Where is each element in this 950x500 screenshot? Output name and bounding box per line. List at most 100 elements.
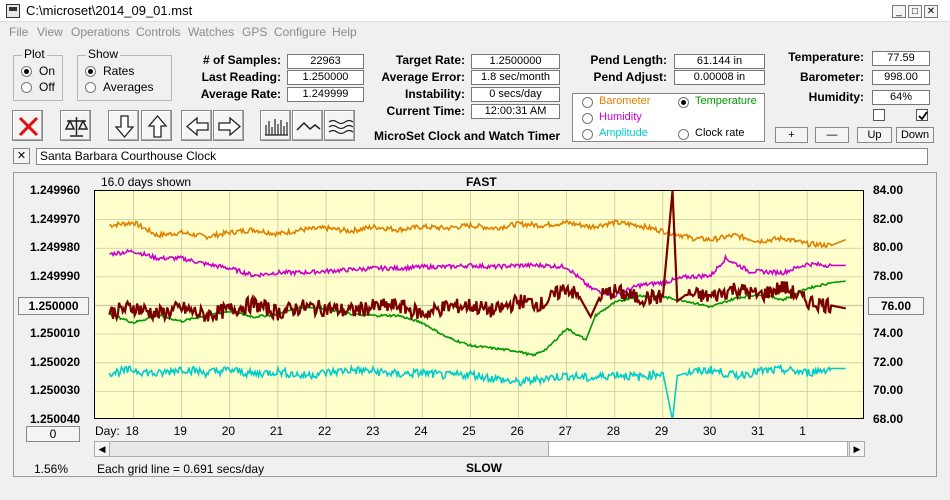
day-tick-label: 25 xyxy=(462,424,476,438)
menu-help[interactable]: Help xyxy=(332,25,357,39)
humidity-label: Humidity: xyxy=(808,90,864,104)
right-axis-tick: 74.00 xyxy=(873,326,904,341)
show-group: Show xyxy=(77,47,172,101)
clear-clock-name-button[interactable]: ✕ xyxy=(13,148,30,164)
balance-button[interactable] xyxy=(60,110,91,141)
pend-adjust-label: Pend Adjust: xyxy=(593,70,667,84)
arrow-down-button[interactable] xyxy=(108,110,139,141)
right-axis-tick: 80.00 xyxy=(873,240,904,255)
channel-barometer-radio[interactable] xyxy=(582,97,593,108)
menu-gps[interactable]: GPS xyxy=(242,25,267,39)
channel-amplitude-radio[interactable] xyxy=(582,129,593,140)
plot-area[interactable] xyxy=(94,190,864,419)
average-error-field: 1.8 sec/month xyxy=(471,70,560,85)
close-x-icon xyxy=(18,116,39,137)
channel-clockrate-radio[interactable] xyxy=(678,129,689,140)
right-axis-tick: 72.00 xyxy=(873,354,904,369)
humidity-field: 64% xyxy=(872,90,930,105)
day-tick-label: 30 xyxy=(703,424,717,438)
left-axis-tick: 1.249970 xyxy=(30,211,81,226)
channel-clockrate-label: Clock rate xyxy=(695,127,745,139)
zero-button[interactable]: 0 xyxy=(26,426,80,442)
left-axis-tick: 1.250030 xyxy=(30,383,81,398)
scale-plus-button[interactable]: + xyxy=(775,127,808,143)
fast-label: FAST xyxy=(466,175,497,189)
multi-wave-icon xyxy=(328,119,354,135)
balance-scale-icon xyxy=(64,117,89,137)
grid-note: Each grid line = 0.691 secs/day xyxy=(97,462,265,476)
average-error-label: Average Error: xyxy=(381,70,465,84)
temperature-label: Temperature: xyxy=(788,50,864,64)
arrow-left-button[interactable] xyxy=(181,110,212,141)
left-axis-tick: 1.249960 xyxy=(30,183,81,197)
right-axis-tick: 78.00 xyxy=(873,268,904,283)
day-tick-label: 31 xyxy=(751,424,765,438)
menu-controls[interactable]: Controls xyxy=(136,25,181,39)
multi-wave-view-button[interactable] xyxy=(324,110,355,141)
plot-on-radio[interactable] xyxy=(21,66,32,77)
center-rate-button[interactable]: 1.250000 xyxy=(18,297,89,315)
last-reading-label: Last Reading: xyxy=(201,70,281,84)
title-bar: C:\microset\2014_09_01.mst _ □ ✕ xyxy=(0,0,950,22)
menu-configure[interactable]: Configure xyxy=(274,25,326,39)
wave-view-button[interactable] xyxy=(292,110,323,141)
scroll-thumb[interactable] xyxy=(548,442,848,456)
arrow-up-button[interactable] xyxy=(141,110,172,141)
target-rate-label: Target Rate: xyxy=(395,53,465,67)
scale-up-button[interactable]: Up xyxy=(857,127,892,143)
plot-off-radio[interactable] xyxy=(21,82,32,93)
checkbox-left[interactable] xyxy=(873,109,885,121)
day-tick-label: 29 xyxy=(654,424,669,438)
minimize-button[interactable]: _ xyxy=(892,5,906,18)
close-window-button[interactable]: ✕ xyxy=(924,5,938,18)
channel-temperature-radio[interactable] xyxy=(678,97,689,108)
menu-file[interactable]: File xyxy=(9,25,28,39)
series-line-clock-rate xyxy=(108,191,846,324)
day-tick-label: 20 xyxy=(221,424,236,438)
plot-group-title: Plot xyxy=(22,47,47,61)
instability-field: 0 secs/day xyxy=(471,87,560,102)
arrow-right-button[interactable] xyxy=(213,110,244,141)
scale-down-button[interactable]: Down xyxy=(896,127,934,143)
wave-icon xyxy=(296,121,321,131)
window-title: C:\microset\2014_09_01.mst xyxy=(26,3,193,18)
bars-view-button[interactable] xyxy=(260,110,291,141)
right-axis-tick: 84.00 xyxy=(873,183,904,197)
average-rate-field: 1.249999 xyxy=(287,87,364,102)
channel-amplitude-label: Amplitude xyxy=(599,127,648,139)
left-axis-tick: 1.249980 xyxy=(30,240,81,255)
chart-scrollbar[interactable]: ◀ ▶ xyxy=(94,441,865,457)
scroll-right-arrow[interactable]: ▶ xyxy=(849,442,864,456)
close-x-button[interactable] xyxy=(12,110,43,141)
plot-on-label: On xyxy=(39,64,56,78)
chart-svg xyxy=(95,191,863,418)
menu-operations[interactable]: Operations xyxy=(71,25,130,39)
day-tick-label: 18 xyxy=(125,424,139,438)
scroll-left-arrow[interactable]: ◀ xyxy=(95,442,110,456)
day-tick-label: 26 xyxy=(510,424,524,438)
show-rates-radio[interactable] xyxy=(85,66,96,77)
pend-adjust-field: 0.00008 in xyxy=(674,70,765,85)
menu-view[interactable]: View xyxy=(37,25,63,39)
arrow-right-icon xyxy=(218,116,242,137)
maximize-button[interactable]: □ xyxy=(908,5,922,18)
day-tick-label: 28 xyxy=(606,424,621,438)
menu-watches[interactable]: Watches xyxy=(188,25,234,39)
plot-group: Plot xyxy=(13,47,63,101)
arrow-up-icon xyxy=(147,114,168,138)
channel-barometer-label: Barometer xyxy=(599,95,651,107)
show-averages-radio[interactable] xyxy=(85,82,96,93)
clock-name-field[interactable]: Santa Barbara Courthouse Clock xyxy=(36,148,928,165)
slow-label: SLOW xyxy=(466,461,502,475)
scale-minus-button[interactable]: — xyxy=(815,127,849,143)
center-channel-button[interactable]: 76.00 xyxy=(868,297,924,315)
days-shown-label: 16.0 days shown xyxy=(101,175,192,189)
day-tick-label: 22 xyxy=(318,424,332,438)
channel-humidity-radio[interactable] xyxy=(582,113,593,124)
target-rate-field: 1.2500000 xyxy=(471,54,560,69)
plot-off-label: Off xyxy=(39,80,55,94)
left-axis-tick: 1.250040 xyxy=(30,412,81,426)
instability-label: Instability: xyxy=(404,87,465,101)
pend-length-label: Pend Length: xyxy=(590,53,667,67)
checkbox-right[interactable] xyxy=(916,109,928,121)
